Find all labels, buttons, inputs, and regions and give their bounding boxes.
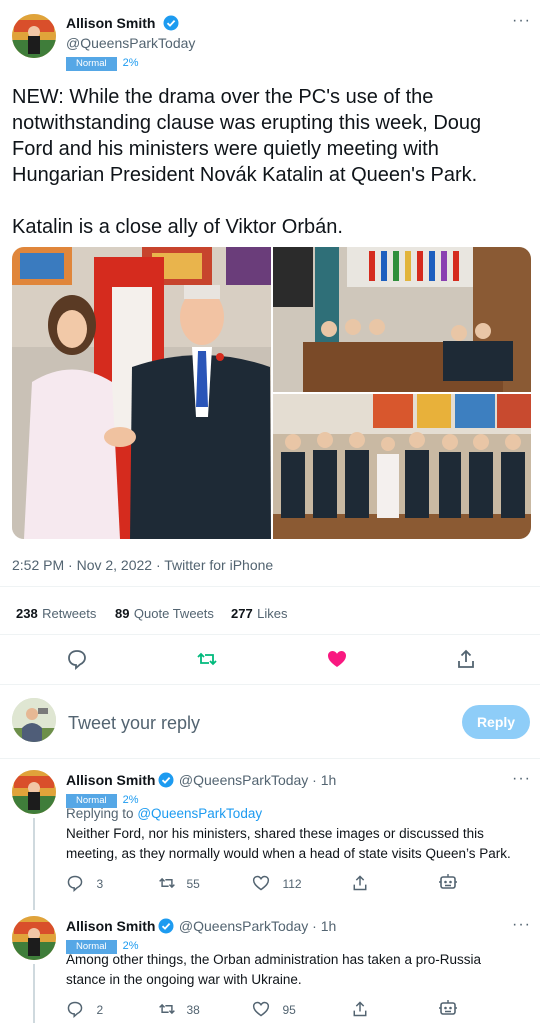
replying-to: Replying to @QueensParkToday	[66, 804, 262, 824]
verified-badge-icon	[158, 918, 174, 939]
bot-icon[interactable]	[438, 998, 458, 1023]
retweet-count: 55	[186, 877, 200, 891]
tweet-text: NEW: While the drama over the PC's use o…	[12, 84, 532, 240]
reply-bubble-icon[interactable]	[66, 648, 88, 675]
reply-action[interactable]: 2	[66, 1000, 103, 1023]
reply-bubble-icon	[66, 875, 84, 896]
badge-label: Normal	[66, 57, 117, 71]
retweets-stat[interactable]: 238 Retweets	[16, 605, 96, 623]
tweet-text-line: Katalin is a close ally of Viktor Orbán.	[12, 216, 343, 238]
replying-prefix: Replying to	[66, 806, 134, 821]
divider	[0, 758, 540, 759]
tweet-text-line: NEW: While the drama over the PC's use o…	[12, 86, 434, 108]
tweet-text-line: notwithstanding clause was erupting this…	[12, 112, 482, 134]
reply-button[interactable]: Reply	[462, 705, 530, 739]
heart-icon[interactable]	[326, 648, 348, 675]
likes-stat[interactable]: 277 Likes	[231, 605, 288, 623]
more-dots-icon[interactable]: ···	[512, 12, 531, 30]
photo-meeting-table[interactable]	[273, 247, 531, 392]
reply-bubble-icon	[66, 1001, 84, 1022]
current-user-avatar[interactable]	[12, 698, 56, 742]
reply-text-line: Among other things, the Orban administra…	[66, 952, 481, 967]
author-avatar[interactable]	[12, 14, 56, 58]
reply-author-handle[interactable]: @QueensParkToday · 1h	[179, 918, 336, 934]
photo-handshake[interactable]	[12, 247, 271, 539]
reply-author-name[interactable]: Allison Smith	[66, 918, 155, 934]
verified-badge-icon	[158, 772, 174, 793]
reply-text: Among other things, the Orban administra…	[66, 950, 532, 990]
author-name[interactable]: Allison Smith	[66, 15, 155, 31]
author-name-row: Allison Smith	[66, 15, 179, 36]
like-count: 112	[282, 877, 302, 891]
share-icon[interactable]	[455, 648, 477, 675]
share-icon[interactable]	[351, 1000, 369, 1023]
heart-icon	[252, 1001, 270, 1022]
heart-icon	[252, 875, 270, 896]
quotes-count: 89	[115, 606, 130, 621]
retweet-action[interactable]: 38	[158, 1000, 200, 1023]
reply-text-line: Neither Ford, nor his ministers, shared …	[66, 826, 484, 841]
likes-count: 277	[231, 606, 253, 621]
retweet-icon	[158, 877, 176, 896]
tweet-text-line: Ford and his ministers were quietly meet…	[12, 138, 439, 160]
reply-author-avatar[interactable]	[12, 916, 56, 960]
divider	[0, 684, 540, 685]
more-dots-icon[interactable]: ···	[512, 916, 531, 934]
reply-text-line: meeting, as they normally would when a h…	[66, 846, 511, 861]
retweet-icon[interactable]	[196, 648, 218, 675]
quote-tweets-stat[interactable]: 89 Quote Tweets	[115, 605, 214, 623]
reply-action[interactable]: 3	[66, 874, 103, 897]
share-icon[interactable]	[351, 874, 369, 897]
like-action[interactable]: 95	[252, 1000, 296, 1023]
reply-text: Neither Ford, nor his ministers, shared …	[66, 824, 532, 864]
bot-icon[interactable]	[438, 872, 458, 897]
tweet-text-line: Hungarian President Novák Katalin at Que…	[12, 164, 478, 186]
author-handle[interactable]: @QueensParkToday	[66, 35, 195, 51]
photo-group[interactable]	[273, 394, 531, 539]
thread-line	[33, 964, 35, 1023]
reply-author-handle[interactable]: @QueensParkToday · 1h	[179, 772, 336, 788]
reply-author-avatar[interactable]	[12, 770, 56, 814]
divider	[0, 586, 540, 587]
like-count: 95	[282, 1003, 296, 1017]
retweets-count: 238	[16, 606, 38, 621]
reply-text-line: stance in the ongoing war with Ukraine.	[66, 972, 302, 987]
divider	[0, 634, 540, 635]
tweet-timestamp[interactable]: 2:52 PM · Nov 2, 2022 · Twitter for iPho…	[12, 557, 273, 573]
thread-line	[33, 818, 35, 910]
reply-count: 2	[96, 1003, 104, 1017]
sentiment-badge: Normal 2%	[66, 53, 139, 71]
retweet-count: 38	[186, 1003, 200, 1017]
likes-label: Likes	[257, 606, 288, 621]
badge-pct: 2%	[122, 57, 139, 69]
retweets-label: Retweets	[42, 606, 97, 621]
more-dots-icon[interactable]: ···	[512, 770, 531, 788]
reply-count: 3	[96, 877, 104, 891]
retweet-action[interactable]: 55	[158, 874, 200, 897]
like-action[interactable]: 112	[252, 874, 302, 897]
replying-handle-link[interactable]: @QueensParkToday	[137, 806, 262, 821]
reply-author-name[interactable]: Allison Smith	[66, 772, 155, 788]
quotes-label: Quote Tweets	[133, 606, 214, 621]
verified-badge-icon	[163, 15, 179, 36]
retweet-icon	[158, 1003, 176, 1022]
reply-input[interactable]: Tweet your reply	[68, 713, 200, 734]
